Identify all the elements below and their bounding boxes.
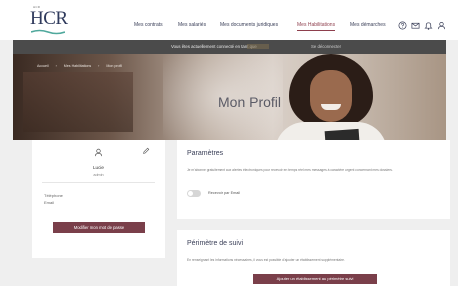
mail-icon[interactable] (411, 21, 420, 30)
hero-banner: Accueil › Mes Habilitations › Mon profil… (13, 54, 446, 140)
perimeter-title: Périmètre de suivi (187, 240, 244, 247)
settings-description: Je m'abonne gratuitement aux alertes éle… (187, 168, 393, 172)
bell-icon[interactable] (424, 21, 433, 30)
edit-pencil-icon[interactable] (142, 147, 150, 155)
nav-mes-demarches[interactable]: Mes démarches (350, 22, 386, 28)
breadcrumb-mes-habilitations[interactable]: Mes Habilitations (64, 64, 91, 68)
breadcrumb-current: Mon profil (106, 64, 123, 68)
email-label: Email (44, 200, 55, 205)
nav-mes-habilitations[interactable]: Mes Habilitations (297, 22, 336, 31)
logo-text: HCR (30, 8, 68, 29)
settings-title: Paramètres (187, 150, 224, 157)
hero-photo-smile (321, 104, 341, 110)
session-banner-text: Vous êtes actuellement connecté en tant … (171, 44, 257, 49)
session-banner: Vous êtes actuellement connecté en tant … (13, 40, 446, 54)
change-password-button[interactable]: Modifier mon mot de passe (53, 222, 145, 233)
profile-name: Lucie (93, 165, 104, 170)
email-alert-toggle-label: Recevoir par Email (208, 191, 241, 195)
profile-card: Lucie admin Téléphone Email Modifier mon… (32, 140, 165, 258)
add-establishment-button[interactable]: Ajouter un établissement au périmètre su… (253, 274, 377, 284)
nav-mes-documents-juridiques[interactable]: Mes documents juridiques (220, 22, 278, 28)
breadcrumb-accueil[interactable]: Accueil (37, 64, 49, 68)
nav-mes-salaries[interactable]: Mes salariés (178, 22, 206, 28)
perimeter-description: En renseignant les informations nécessai… (187, 258, 345, 262)
user-icon[interactable] (437, 21, 446, 30)
breadcrumb: Accueil › Mes Habilitations › Mon profil (37, 64, 128, 68)
hero-background-shelf (23, 72, 133, 132)
top-header: HCR HCR Mes contrats Mes salariés Mes do… (0, 0, 458, 40)
phone-label: Téléphone (44, 193, 63, 198)
nav-mes-contrats[interactable]: Mes contrats (134, 22, 163, 28)
hcr-logo[interactable]: HCR HCR (30, 5, 68, 35)
settings-card: Paramètres Je m'abonne gratuitement aux … (177, 140, 450, 219)
email-alert-toggle[interactable] (187, 190, 201, 197)
session-username-highlight (247, 44, 269, 49)
hero-photo-tablet (324, 128, 360, 140)
toggle-knob (188, 191, 193, 196)
perimeter-card: Périmètre de suivi En renseignant les in… (177, 230, 450, 286)
breadcrumb-separator: › (98, 64, 100, 68)
logout-link[interactable]: Se déconnecter (311, 44, 341, 49)
hero-photo-face (310, 70, 352, 122)
page-title: Mon Profil (218, 94, 282, 110)
profile-divider (42, 182, 155, 183)
help-icon[interactable] (398, 21, 407, 30)
profile-role: admin (93, 173, 104, 177)
user-avatar-icon (94, 148, 103, 157)
breadcrumb-separator: › (55, 64, 57, 68)
logo-wave-icon (31, 29, 65, 35)
